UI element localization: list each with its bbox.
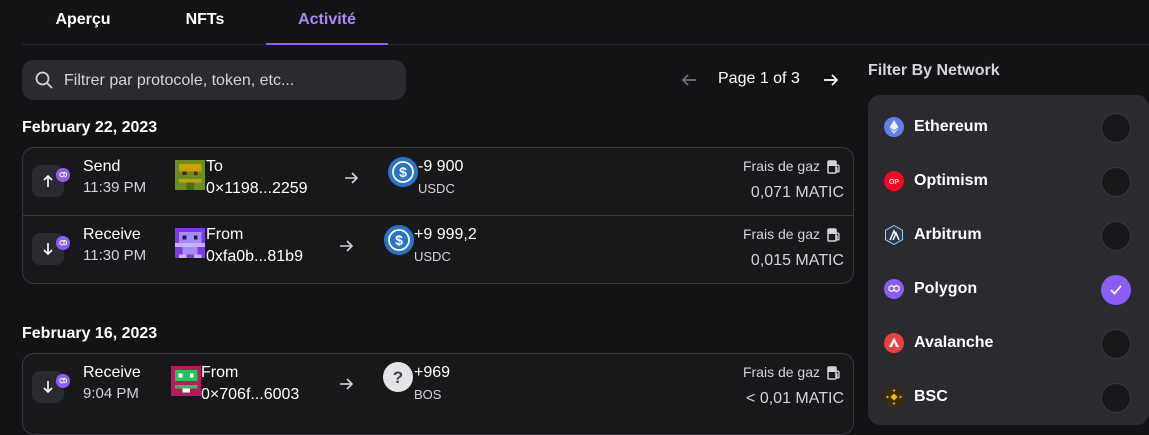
bsc-icon	[884, 387, 904, 407]
network-checkbox[interactable]	[1101, 113, 1131, 143]
network-option-avalanche[interactable]: Avalanche	[868, 314, 1149, 368]
page-indicator: Page 1 of 3	[718, 70, 800, 87]
transaction-group: Send 11:39 PM To 0×1198...2259 $ -9 900 …	[22, 147, 854, 284]
network-option-optimism[interactable]: OP Optimism	[868, 152, 1149, 206]
arrow-right-icon	[345, 172, 359, 184]
date-header: February 22, 2023	[22, 119, 158, 136]
avalanche-icon	[884, 333, 904, 353]
address-label: To	[206, 158, 223, 175]
network-checkbox[interactable]	[1101, 383, 1131, 413]
network-option-polygon[interactable]: Polygon	[868, 260, 1149, 314]
token-amount: +9 999,2	[414, 226, 477, 243]
address-avatar	[175, 160, 205, 190]
transaction-time: 11:39 PM	[83, 179, 147, 196]
arrow-down-icon	[43, 381, 53, 394]
gas-fee-label: Frais de gaz	[742, 226, 820, 242]
network-label: Arbitrum	[914, 226, 982, 243]
token-symbol: USDC	[418, 181, 455, 196]
transaction-time: 9:04 PM	[83, 385, 139, 402]
check-icon	[1110, 285, 1122, 295]
transaction-group: Receive 9:04 PM From 0×706f...6003 ? +96…	[22, 353, 854, 435]
token-symbol: USDC	[414, 249, 451, 264]
unknown-token-icon: ?	[383, 362, 413, 392]
usdc-icon: $	[388, 157, 418, 187]
address-avatar	[175, 228, 205, 258]
gas-pump-icon	[827, 228, 840, 242]
network-option-ethereum[interactable]: Ethereum	[868, 98, 1149, 152]
address-label: From	[206, 226, 244, 243]
direction-badge	[32, 165, 70, 197]
tab-bar: Aperçu NFTs Activité	[22, 0, 1149, 45]
address-value[interactable]: 0×706f...6003	[201, 386, 299, 404]
network-label: Ethereum	[914, 118, 988, 135]
gas-pump-icon	[827, 160, 840, 174]
arrow-down-icon	[43, 243, 53, 256]
address-label: From	[201, 364, 239, 381]
gas-fee-value: 0,071 MATIC	[750, 184, 844, 201]
gas-pump-icon	[827, 366, 840, 380]
polygon-icon	[56, 374, 70, 388]
network-option-bsc[interactable]: BSC	[868, 368, 1149, 422]
direction-badge	[32, 233, 70, 265]
polygon-icon	[56, 168, 70, 182]
network-label: BSC	[914, 388, 948, 405]
polygon-icon	[56, 236, 70, 250]
token-symbol: BOS	[414, 387, 442, 402]
address-value[interactable]: 0×1198...2259	[206, 180, 308, 198]
svg-text:$: $	[399, 164, 407, 180]
network-label: Optimism	[914, 172, 988, 189]
transaction-time: 11:30 PM	[83, 247, 147, 264]
transaction-type: Send	[83, 158, 121, 175]
token-amount: -9 900	[418, 158, 464, 175]
tab-apercu[interactable]: Aperçu	[22, 0, 144, 43]
arrow-right-icon	[340, 378, 354, 390]
optimism-icon: OP	[884, 171, 904, 191]
usdc-icon: $	[384, 225, 414, 255]
gas-fee-value: 0,015 MATIC	[750, 252, 844, 269]
network-filter-panel: Ethereum OP Optimism Arbitrum Polygon Av…	[868, 95, 1149, 425]
ethereum-icon	[884, 117, 904, 137]
direction-badge	[32, 371, 70, 403]
arrow-left-icon[interactable]	[677, 68, 701, 92]
arrow-right-icon	[340, 240, 354, 252]
gas-fee-label: Frais de gaz	[742, 158, 820, 174]
network-label: Polygon	[914, 280, 978, 297]
transaction-row[interactable]: Send 11:39 PM To 0×1198...2259 $ -9 900 …	[23, 148, 853, 214]
date-header: February 16, 2023	[22, 325, 158, 342]
tab-nfts[interactable]: NFTs	[144, 0, 266, 43]
search-input[interactable]	[62, 60, 396, 102]
address-avatar	[171, 366, 201, 396]
transaction-row[interactable]: Receive 9:04 PM From 0×706f...6003 ? +96…	[23, 354, 853, 420]
network-checkbox[interactable]	[1101, 329, 1131, 359]
transaction-type: Receive	[83, 226, 141, 243]
svg-text:?: ?	[393, 368, 403, 387]
transaction-type: Receive	[83, 364, 141, 381]
transaction-row[interactable]: Receive 11:30 PM From 0xfa0b...81b9 $ +9…	[23, 215, 853, 282]
arrow-up-icon	[43, 174, 53, 187]
network-option-arbitrum[interactable]: Arbitrum	[868, 206, 1149, 260]
filter-title: Filter By Network	[868, 62, 1000, 79]
gas-fee-label: Frais de gaz	[742, 364, 820, 380]
address-value[interactable]: 0xfa0b...81b9	[206, 248, 303, 266]
search-box	[22, 60, 406, 102]
network-checkbox[interactable]	[1101, 275, 1131, 305]
svg-text:$: $	[395, 232, 403, 248]
svg-text:OP: OP	[889, 179, 899, 186]
token-amount: +969	[414, 364, 451, 381]
gas-fee-value: < 0,01 MATIC	[746, 390, 844, 407]
network-checkbox[interactable]	[1101, 221, 1131, 251]
network-checkbox[interactable]	[1101, 167, 1131, 197]
search-icon	[35, 71, 53, 89]
arbitrum-icon	[885, 225, 903, 245]
arrow-right-icon[interactable]	[819, 68, 843, 92]
network-label: Avalanche	[914, 334, 994, 351]
tab-activite[interactable]: Activité	[266, 0, 388, 45]
polygon-icon	[884, 279, 904, 299]
